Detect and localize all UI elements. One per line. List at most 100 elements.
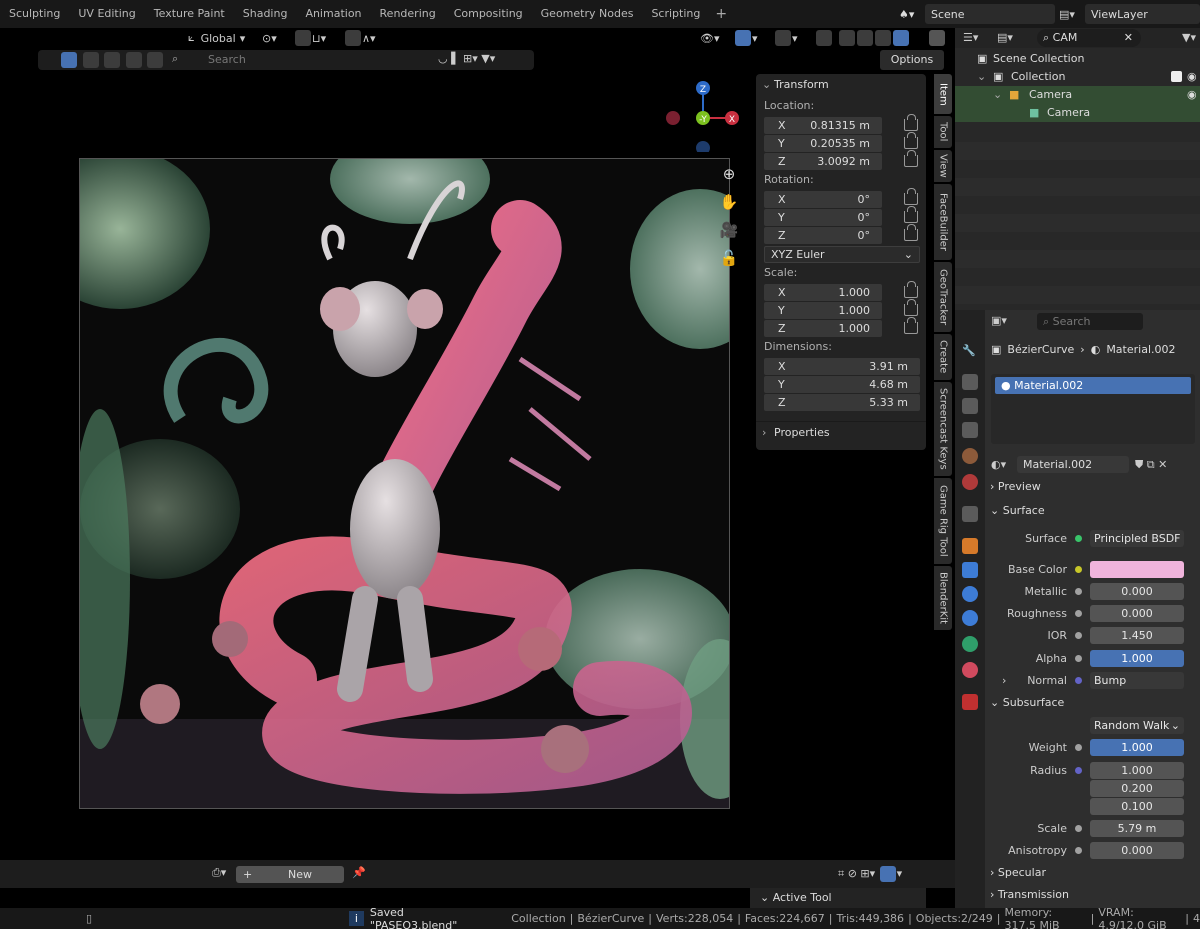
normal-label-wrap[interactable]: › Normal (990, 674, 1075, 687)
tool-tab-icon[interactable]: 🔧 (962, 344, 978, 360)
pause-render-button[interactable] (928, 28, 946, 48)
navigation-gizmo[interactable]: Z X -Y (660, 78, 748, 152)
dimensions-x-field[interactable]: X 3.91 m (764, 357, 920, 375)
xray-button[interactable] (815, 28, 833, 48)
browse-material-icon[interactable]: ◐▾ (991, 458, 1017, 471)
weight-field[interactable]: 1.000 (1090, 738, 1184, 756)
light-filter-icon[interactable] (104, 52, 120, 68)
subsurface-section[interactable]: ⌄ Subsurface (990, 693, 1064, 713)
proportional-edit-button[interactable]: ∧▾ (344, 28, 376, 48)
snap-button[interactable]: ⊔▾ (294, 28, 326, 48)
tab-screencast-keys[interactable]: Screencast Keys (934, 382, 952, 476)
outliner-search-input[interactable]: ⌕ CAM ✕ (1037, 29, 1141, 47)
filter-toolbar-icons[interactable]: ◡ ▌ ⊞▾ ▼▾ (438, 52, 495, 65)
display-mode-icon[interactable]: ▤▾ (997, 31, 1013, 44)
texture-tab-icon[interactable] (962, 694, 978, 710)
tab-item[interactable]: Item (934, 74, 952, 114)
new-button[interactable]: + New (236, 866, 344, 883)
physics-tab-icon[interactable] (962, 610, 978, 626)
eye-icon[interactable]: ◉ (1187, 86, 1197, 104)
radius-z-field[interactable]: 0.100 (1090, 797, 1184, 815)
viewport-search-input[interactable]: Search (208, 52, 468, 68)
object-filter-icon[interactable] (61, 52, 77, 68)
world-tab-icon[interactable] (962, 474, 978, 490)
scale-z-field[interactable]: Z 1.000 (764, 319, 882, 337)
zoom-icon[interactable]: ⊕ (719, 160, 739, 188)
object-tab-icon[interactable] (962, 538, 978, 554)
metallic-field[interactable]: 0.000 (1090, 582, 1184, 600)
transform-header[interactable]: ⌄ Transform (756, 74, 926, 96)
pin-icon[interactable]: 📌 (352, 866, 366, 879)
data-tab-icon[interactable] (962, 636, 978, 652)
pivot-point-button[interactable]: ⊙▾ (262, 28, 277, 48)
scene-field[interactable]: Scene (925, 4, 1055, 24)
lock-icon[interactable] (904, 224, 918, 241)
camera-view-icon[interactable]: 🎥 (719, 216, 739, 244)
view-layer-tab-icon[interactable] (962, 422, 978, 438)
add-workspace-button[interactable]: + (709, 6, 733, 22)
orientation-dropdown[interactable]: ⟀ Global ▾ (188, 28, 245, 48)
tab-texture-paint[interactable]: Texture Paint (145, 0, 234, 28)
view-layer-icon[interactable]: ▤▾ (1059, 4, 1085, 24)
tab-sculpting[interactable]: Sculpting (0, 0, 69, 28)
rotation-mode-select[interactable]: XYZ Euler ⌄ (764, 246, 920, 263)
outliner-editor-type-icon[interactable]: ☰▾ (963, 31, 978, 44)
material-slot-selected[interactable]: ● Material.002 (995, 377, 1191, 394)
tab-view[interactable]: View (934, 150, 952, 182)
dimensions-y-field[interactable]: Y 4.68 m (764, 375, 920, 393)
outliner-row-camera-data[interactable]: ■ Camera (955, 104, 1200, 122)
scene-tab-icon[interactable] (962, 448, 978, 464)
lock-icon[interactable] (904, 299, 918, 316)
chevron-down-icon[interactable]: ⌄ (993, 86, 1002, 104)
tab-game-rig-tool[interactable]: Game Rig Tool (934, 478, 952, 564)
particles-tab-icon[interactable] (962, 586, 978, 602)
empty-filter-icon[interactable] (147, 52, 163, 68)
location-x-field[interactable]: X 0.81315 m (764, 116, 882, 134)
overlay-button[interactable]: ▾ (774, 28, 798, 48)
tab-animation[interactable]: Animation (296, 0, 370, 28)
surface-section[interactable]: ⌄ Surface (990, 501, 1045, 521)
lock-icon[interactable] (904, 206, 918, 223)
solid-shading-icon[interactable] (857, 30, 873, 46)
sss-scale-field[interactable]: 5.79 m (1090, 819, 1184, 837)
tab-create[interactable]: Create (934, 334, 952, 380)
rotation-z-field[interactable]: Z 0° (764, 226, 882, 244)
render-tab-icon[interactable] (962, 374, 978, 390)
rotation-y-field[interactable]: Y 0° (764, 208, 882, 226)
lock-icon[interactable] (904, 281, 918, 298)
ior-field[interactable]: 1.450 (1090, 626, 1184, 644)
tab-uv-editing[interactable]: UV Editing (69, 0, 144, 28)
options-button[interactable]: Options (880, 50, 944, 70)
active-tool-header[interactable]: ⌄ Active Tool (750, 888, 926, 908)
gizmo-neg-z-axis[interactable] (696, 141, 710, 152)
scale-x-field[interactable]: X 1.000 (764, 283, 882, 301)
datablock-action-icons[interactable]: ⛊ ⧉ ✕ (1135, 458, 1167, 472)
properties-header[interactable]: › Properties (756, 421, 926, 443)
radius-y-field[interactable]: 0.200 (1090, 779, 1184, 797)
material-name-field[interactable]: Material.002 (1017, 456, 1129, 473)
output-tab-icon[interactable] (962, 398, 978, 414)
clear-icon[interactable]: ✕ (1124, 29, 1133, 47)
outliner-row-collection[interactable]: ⌄ ▣ Collection ◉ (955, 68, 1200, 86)
rendered-viewport-image[interactable] (79, 158, 730, 809)
rendered-shading-icon[interactable] (893, 30, 909, 46)
alpha-field[interactable]: 1.000 (1090, 649, 1184, 667)
modifier-tab-icon[interactable] (962, 562, 978, 578)
lock-icon[interactable] (904, 317, 918, 334)
collection-tab-icon[interactable] (962, 506, 978, 522)
gizmo-button[interactable]: ▾ (734, 28, 758, 48)
filter-icon[interactable]: ▼▾ (1182, 31, 1196, 44)
rotation-x-field[interactable]: X 0° (764, 190, 882, 208)
camera-filter-icon[interactable] (125, 52, 142, 68)
tab-scripting[interactable]: Scripting (642, 0, 709, 28)
tab-geometry-nodes[interactable]: Geometry Nodes (532, 0, 643, 28)
editor-type-icon[interactable]: ⎙▾ (212, 866, 226, 880)
lock-icon[interactable] (904, 114, 918, 131)
tab-blenderkit[interactable]: BlenderKit (934, 566, 952, 630)
normal-field[interactable]: Bump (1090, 671, 1184, 689)
base-color-swatch[interactable] (1090, 560, 1184, 578)
location-z-field[interactable]: Z 3.0092 m (764, 152, 882, 170)
lock-icon[interactable]: 🔓 (719, 244, 739, 272)
outliner-row-scene-collection[interactable]: ▣ Scene Collection (955, 50, 1200, 68)
outliner-row-camera-object[interactable]: ⌄ ■ Camera ◉ (955, 86, 1200, 104)
